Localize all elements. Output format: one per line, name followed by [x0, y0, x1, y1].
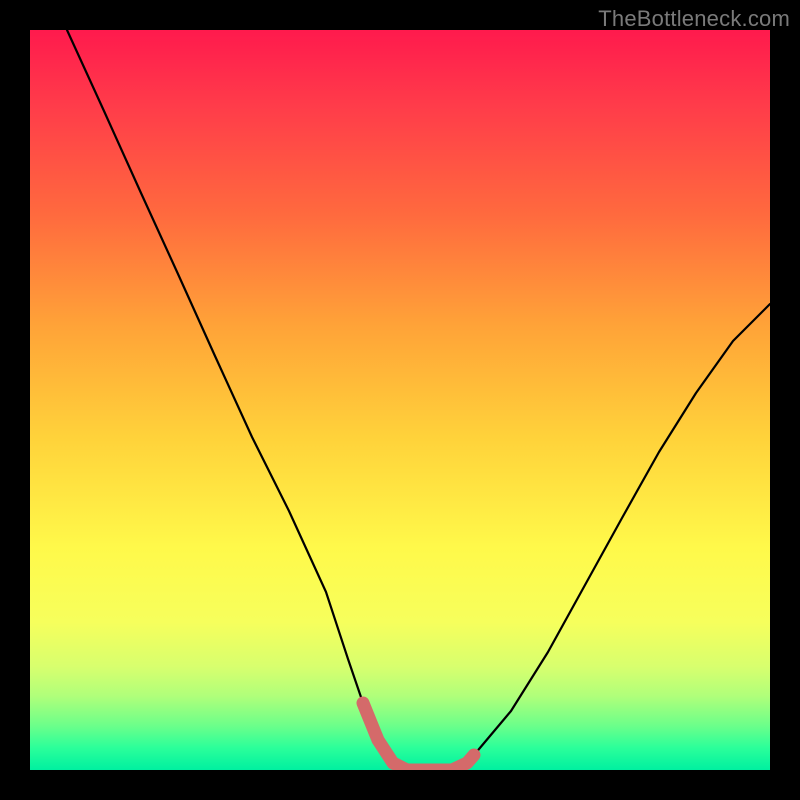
highlight-band [363, 703, 474, 770]
chart-plot-area [30, 30, 770, 770]
chart-frame: TheBottleneck.com [0, 0, 800, 800]
watermark-text: TheBottleneck.com [598, 6, 790, 32]
bottleneck-curve [67, 30, 770, 770]
chart-svg [30, 30, 770, 770]
